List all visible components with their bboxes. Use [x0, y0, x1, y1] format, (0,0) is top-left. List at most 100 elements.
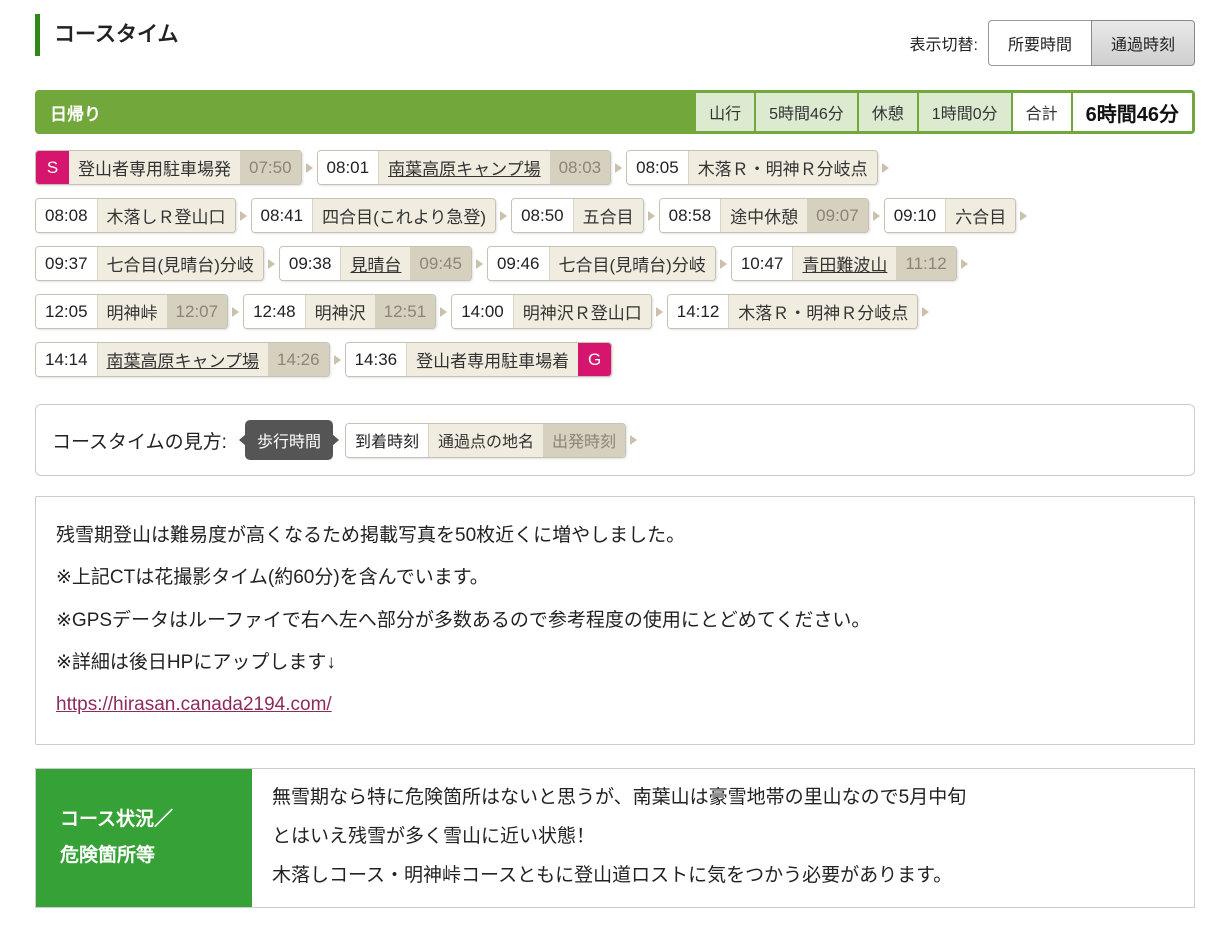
toggle-required-time-button[interactable]: 所要時間 [988, 20, 1091, 66]
course-row: 14:14南葉高原キャンプ場14:26 14:36登山者専用駐車場着G [35, 342, 1195, 377]
arrow-icon [720, 259, 727, 269]
arrival-time: 09:10 [885, 199, 946, 232]
course-time-page: コースタイム 表示切替: 所要時間 通過時刻 日帰り 山行 5時間46分 休憩 … [0, 0, 1225, 928]
segment-box: 12:05明神峠12:07 [35, 294, 228, 329]
summary-hike-label: 山行 [696, 93, 754, 131]
arrival-time: 09:37 [36, 247, 97, 280]
place-name: 登山者専用駐車場発 [69, 151, 240, 184]
course-row: S登山者専用駐車場発07:5008:01南葉高原キャンプ場08:0308:05木… [35, 150, 1195, 185]
place-name: 七合目(見晴台)分岐 [549, 247, 715, 280]
arrow-icon [268, 259, 275, 269]
segment-box: 14:00明神沢Ｒ登山口 [451, 294, 652, 329]
segment-box: 09:38見晴台09:45 [279, 246, 472, 281]
arrival-time: 10:47 [732, 247, 793, 280]
course-status-label: コース状況／ 危険箇所等 [36, 769, 252, 907]
arrival-time: 08:08 [36, 199, 97, 232]
course-status-box: コース状況／ 危険箇所等 無雪期なら特に危険箇所はないと思うが、南葉山は豪雪地帯… [35, 768, 1195, 908]
toggle-passing-time-button[interactable]: 通過時刻 [1091, 20, 1195, 66]
departure-time: 09:07 [807, 199, 868, 232]
segment-box: 08:50五合目 [511, 198, 644, 233]
arrival-time: 14:14 [36, 343, 97, 376]
segment-box: 14:36登山者専用駐車場着G [345, 342, 613, 377]
status-line: 無雪期なら特に危険箇所はないと思うが、南葉山は豪雪地帯の里山なので5月中旬 [272, 779, 1174, 818]
page-title: コースタイム [35, 14, 179, 56]
arrival-time: 08:01 [318, 151, 379, 184]
place-name: 六合目 [945, 199, 1015, 232]
departure-time: 12:07 [167, 295, 228, 328]
segment-box: 08:41四合目(これより急登) [251, 198, 497, 233]
arrival-time: 12:48 [244, 295, 305, 328]
arrival-time: 08:41 [252, 199, 313, 232]
notes-link-line: https://hirasan.canada2194.com/ [56, 689, 1174, 720]
segment-box: 08:58途中休憩09:07 [659, 198, 869, 233]
place-name: 木落Ｒ・明神Ｒ分岐点 [688, 151, 877, 184]
arrival-time: 09:46 [488, 247, 549, 280]
segment-box: 14:12木落Ｒ・明神Ｒ分岐点 [667, 294, 919, 329]
arrow-icon [648, 211, 655, 221]
arrow-icon [440, 307, 447, 317]
place-name-link[interactable]: 青田難波山 [792, 247, 896, 280]
departure-time: 12:51 [375, 295, 436, 328]
course-timeline: S登山者専用駐車場発07:5008:01南葉高原キャンプ場08:0308:05木… [35, 150, 1195, 377]
course-status-label-line2: 危険箇所等 [60, 838, 252, 874]
place-name: 明神沢Ｒ登山口 [513, 295, 651, 328]
course-row: 12:05明神峠12:0712:48明神沢12:5114:00明神沢Ｒ登山口14… [35, 294, 1195, 329]
arrow-icon [961, 259, 968, 269]
legend-box: コースタイムの見方: 歩行時間 到着時刻 通過点の地名 出発時刻 [35, 404, 1195, 476]
arrow-icon [656, 307, 663, 317]
arrival-time: 14:36 [346, 343, 407, 376]
arrow-icon [334, 355, 341, 365]
segment-box: 12:48明神沢12:51 [243, 294, 436, 329]
course-row: 09:37七合目(見晴台)分岐09:38見晴台09:4509:46七合目(見晴台… [35, 246, 1195, 281]
arrow-icon [922, 307, 929, 317]
segment-box: 09:37七合目(見晴台)分岐 [35, 246, 264, 281]
note-line: 残雪期登山は難易度が高くなるため掲載写真を50枚近くに増やしました。 [56, 520, 1174, 551]
place-name-link[interactable]: 南葉高原キャンプ場 [97, 343, 269, 376]
course-row: 08:08木落しＲ登山口08:41四合目(これより急登)08:50五合目08:5… [35, 198, 1195, 233]
place-name: 途中休憩 [720, 199, 807, 232]
hp-link[interactable]: https://hirasan.canada2194.com/ [56, 694, 332, 715]
segment-box: 09:46七合目(見晴台)分岐 [487, 246, 716, 281]
summary-total-label: 合計 [1013, 93, 1071, 131]
notes-text: 残雪期登山は難易度が高くなるため掲載写真を50枚近くに増やしました。※上記CTは… [56, 520, 1174, 678]
course-status-label-line1: コース状況／ [60, 802, 252, 838]
segment-box: S登山者専用駐車場発07:50 [35, 150, 302, 185]
status-line: とはいえ残雪が多く雪山に近い状態！ [272, 818, 1174, 857]
arrow-icon [476, 259, 483, 269]
segment-box: 10:47青田難波山11:12 [731, 246, 957, 281]
start-badge: S [36, 151, 69, 184]
arrow-icon [500, 211, 507, 221]
departure-time: 14:26 [268, 343, 329, 376]
display-toggle-area: 表示切替: 所要時間 通過時刻 [910, 20, 1195, 66]
header: コースタイム 表示切替: 所要時間 通過時刻 [35, 14, 1195, 66]
course-status-text: 無雪期なら特に危険箇所はないと思うが、南葉山は豪雪地帯の里山なので5月中旬とはい… [252, 769, 1194, 907]
arrow-icon [1020, 211, 1027, 221]
departure-time: 11:12 [896, 247, 955, 280]
summary-hike-value: 5時間46分 [756, 93, 857, 131]
arrow-icon [232, 307, 239, 317]
place-name: 五合目 [573, 199, 643, 232]
place-name: 木落Ｒ・明神Ｒ分岐点 [728, 295, 917, 328]
arrow-icon [615, 163, 622, 173]
display-toggle-group: 所要時間 通過時刻 [988, 20, 1195, 66]
place-name: 明神峠 [97, 295, 167, 328]
legend-departure-time: 出発時刻 [543, 424, 625, 457]
goal-badge: G [578, 343, 611, 376]
legend-label: コースタイムの見方: [52, 427, 227, 454]
arrow-icon [873, 211, 880, 221]
departure-time: 09:45 [410, 247, 471, 280]
place-name-link[interactable]: 見晴台 [340, 247, 410, 280]
legend-place-name: 通過点の地名 [428, 424, 543, 457]
arrow-icon [630, 435, 637, 445]
summary-bar: 日帰り 山行 5時間46分 休憩 1時間0分 合計 6時間46分 [35, 90, 1195, 134]
arrival-time: 14:00 [452, 295, 513, 328]
segment-box: 09:10六合目 [884, 198, 1017, 233]
arrival-time: 08:50 [512, 199, 573, 232]
note-line: ※GPSデータはルーファイで右へ左へ部分が多数あるので参考程度の使用にとどめてく… [56, 605, 1174, 636]
segment-box: 08:08木落しＲ登山口 [35, 198, 236, 233]
arrow-icon [882, 163, 889, 173]
display-toggle-label: 表示切替: [910, 31, 978, 55]
place-name-link[interactable]: 南葉高原キャンプ場 [378, 151, 550, 184]
legend-arrival-time: 到着時刻 [346, 424, 428, 457]
summary-rest-value: 1時間0分 [919, 93, 1011, 131]
